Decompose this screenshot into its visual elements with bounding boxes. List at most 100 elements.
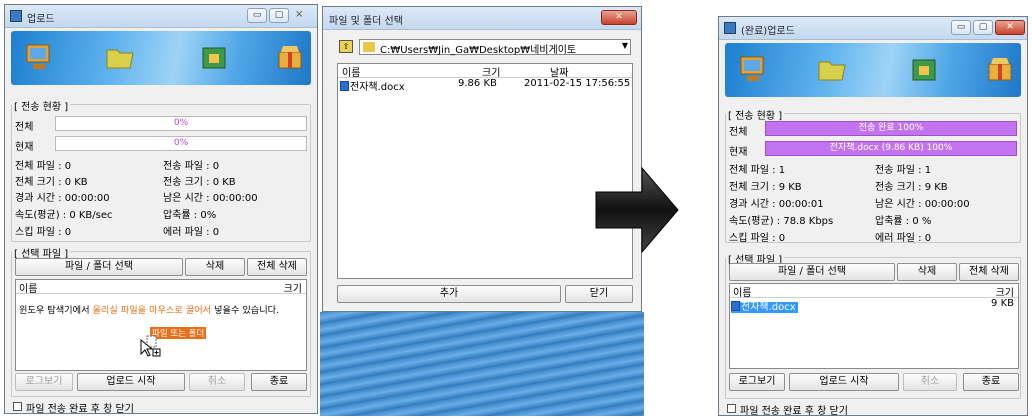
banner	[725, 43, 1021, 97]
desktop-background	[320, 312, 644, 416]
picker-list-header: 이름 크기 날짜	[338, 64, 632, 79]
compression-ratio: 압축률 : 0 %	[875, 216, 932, 227]
arrow-right-icon	[595, 166, 679, 254]
minimize-button[interactable]: ▭	[247, 8, 267, 23]
gift-box-icon	[278, 46, 302, 69]
drop-hint-suffix: 넣을수 있습니다.	[211, 305, 280, 316]
path-folder-icon	[363, 42, 375, 52]
error-files: 에러 파일 : 0	[163, 227, 220, 238]
picker-close-button[interactable]: ✕	[601, 10, 637, 25]
select-files-button[interactable]: 파일 / 폴더 선택	[729, 263, 895, 281]
gift-box-icon	[988, 58, 1012, 81]
delete-button[interactable]: 삭제	[185, 258, 245, 276]
lock-box-icon	[912, 59, 936, 81]
picker-column-size[interactable]: 크기	[482, 64, 500, 79]
total-progress-bar: 전송 완료 100%	[765, 121, 1017, 136]
path-text: C:₩Users₩Jin_Ga₩Desktop₩네비게이토	[380, 45, 577, 56]
file-row-name: 전자책.docx	[741, 302, 796, 313]
close-after-label[interactable]: 파일 전송 완료 후 창 닫기	[26, 400, 134, 415]
file-row[interactable]: 전자책.docx 9 KB	[731, 298, 1017, 313]
current-progress-bar: 0%	[55, 136, 307, 151]
column-name[interactable]: 이름	[19, 280, 37, 295]
path-combobox[interactable]: C:₩Users₩Jin_Ga₩Desktop₩네비게이토 ▼	[359, 39, 631, 56]
file-row-size: 9 KB	[991, 298, 1014, 309]
close-button[interactable]: ✕	[995, 20, 1025, 35]
total-label: 전체	[729, 127, 748, 138]
upload-window: 업로드 ▭ ▢ ⨯ [ 전송 현황 ] 전체 0% 현재 0% 전체 파일 : …	[4, 4, 318, 415]
total-files: 전체 파일 : 1	[729, 165, 786, 176]
picker-file-name: 전자책.docx	[350, 82, 405, 93]
picker-title-bar[interactable]: 파일 및 폴더 선택 ✕	[323, 7, 641, 30]
column-name[interactable]: 이름	[733, 284, 751, 299]
picker-file-row[interactable]: 전자책.docx 9.86 KB 2011-02-15 17:56:55	[340, 78, 631, 93]
file-list-header: 이름 크기	[16, 280, 306, 295]
average-speed: 속도(평균) : 78.8 Kbps	[729, 216, 834, 227]
minimize-button[interactable]: ▭	[951, 20, 971, 35]
elapsed-time: 경과 시간 : 00:00:01	[729, 199, 824, 210]
folder-icon	[106, 49, 134, 69]
total-label: 전체	[15, 122, 34, 133]
file-list[interactable]: 이름 크기 윈도우 탐색기에서 올리실 파일을 마우스로 끌어서 넣을수 있습니…	[15, 279, 307, 371]
start-upload-button[interactable]: 업로드 시작	[77, 373, 185, 391]
exit-button[interactable]: 종료	[963, 373, 1019, 391]
maximize-button[interactable]: ▢	[973, 20, 993, 35]
view-log-button[interactable]: 로그보기	[15, 373, 73, 391]
total-progress-bar: 0%	[55, 116, 307, 131]
picker-file-list[interactable]: 이름 크기 날짜 전자책.docx 9.86 KB 2011-02-15 17:…	[337, 63, 633, 279]
folder-icon	[818, 61, 846, 81]
drag-cursor-icon	[140, 335, 161, 357]
skip-files: 스킵 파일 : 0	[15, 227, 72, 238]
column-size[interactable]: 크기	[284, 280, 302, 295]
picker-close-text-button[interactable]: 닫기	[565, 285, 633, 303]
drop-hint-prefix: 윈도우 탐색기에서	[19, 305, 93, 316]
up-folder-icon[interactable]: ⇧	[339, 40, 353, 53]
select-files-button[interactable]: 파일 / 폴더 선택	[15, 258, 183, 276]
app-icon	[724, 22, 736, 34]
cancel-button[interactable]: 취소	[903, 373, 957, 391]
close-after-checkbox[interactable]	[727, 404, 736, 413]
picker-column-date[interactable]: 날짜	[550, 64, 568, 79]
completed-upload-window: (완료)업로드 ▭ ▢ ✕ [ 전송 현황 ] 전체 전송 완료 100% 현재…	[718, 16, 1028, 417]
docx-icon	[731, 301, 740, 311]
sent-files: 전송 파일 : 0	[163, 161, 220, 172]
cancel-button[interactable]: 취소	[189, 373, 245, 391]
remaining-time: 남은 시간 : 00:00:00	[163, 193, 258, 204]
app-icon	[10, 10, 22, 22]
transfer-status-label: [ 전송 현황 ]	[12, 98, 71, 113]
chevron-down-icon[interactable]: ▼	[622, 41, 628, 50]
picker-column-name[interactable]: 이름	[342, 64, 360, 79]
total-size: 전체 크기 : 9 KB	[729, 182, 802, 193]
docx-icon	[340, 81, 349, 91]
picker-file-date: 2011-02-15 17:56:55	[524, 78, 631, 89]
start-upload-button[interactable]: 업로드 시작	[789, 373, 899, 391]
close-after-label[interactable]: 파일 전송 완료 후 창 닫기	[740, 402, 848, 417]
close-icon[interactable]: ⨯	[295, 9, 303, 20]
add-button[interactable]: 추가	[337, 285, 561, 303]
total-files: 전체 파일 : 0	[15, 161, 72, 172]
picker-file-size: 9.86 KB	[458, 78, 497, 89]
title-bar[interactable]: 업로드 ▭ ▢ ⨯	[5, 5, 317, 28]
sent-size: 전송 크기 : 9 KB	[875, 182, 948, 193]
banner	[11, 31, 311, 85]
delete-all-button[interactable]: 전체 삭제	[247, 258, 307, 276]
sent-files: 전송 파일 : 1	[875, 165, 932, 176]
view-log-button[interactable]: 로그보기	[729, 373, 785, 391]
drop-hint: 윈도우 탐색기에서 올리실 파일을 마우스로 끌어서 넣을수 있습니다.	[19, 302, 279, 316]
drop-hint-highlight: 올리실 파일을 마우스로 끌어서	[92, 305, 212, 316]
file-list[interactable]: 이름 크기 전자책.docx 9 KB	[729, 283, 1019, 369]
maximize-button[interactable]: ▢	[269, 8, 289, 23]
exit-button[interactable]: 종료	[251, 373, 307, 391]
computer-icon	[26, 44, 50, 69]
column-size[interactable]: 크기	[996, 284, 1014, 299]
total-size: 전체 크기 : 0 KB	[15, 177, 88, 188]
close-after-checkbox[interactable]	[13, 402, 22, 411]
delete-all-button[interactable]: 전체 삭제	[959, 263, 1019, 281]
window-title: 업로드	[27, 14, 55, 25]
delete-button[interactable]: 삭제	[897, 263, 957, 281]
current-label: 현재	[15, 142, 34, 153]
current-label: 현재	[729, 147, 748, 158]
file-picker-window: 파일 및 폴더 선택 ✕ ⇧ C:₩Users₩Jin_Ga₩Desktop₩네…	[322, 6, 642, 312]
sent-size: 전송 크기 : 0 KB	[163, 177, 236, 188]
title-bar[interactable]: (완료)업로드 ▭ ▢ ✕	[719, 17, 1027, 40]
error-files: 에러 파일 : 0	[875, 233, 932, 244]
